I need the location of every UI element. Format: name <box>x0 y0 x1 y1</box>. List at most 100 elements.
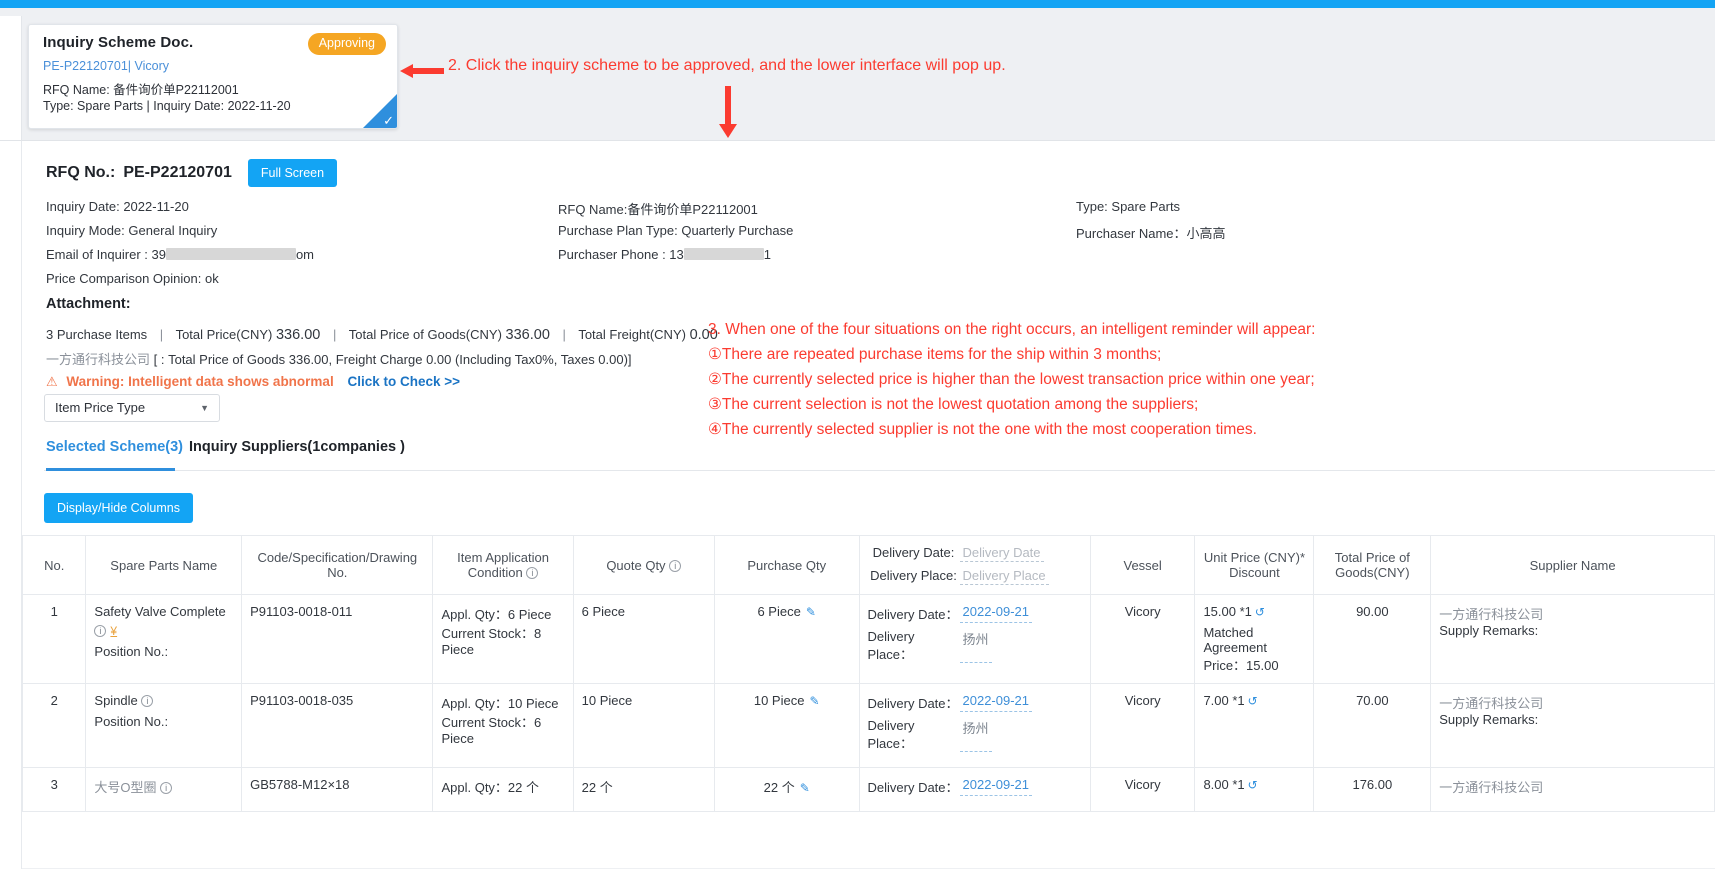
info-icon[interactable]: i <box>160 782 173 794</box>
detail-tabs: Selected Scheme(3) Inquiry Suppliers(1co… <box>44 439 1715 471</box>
cell-supplier: 一方通行科技公司 Supply Remarks: <box>1430 683 1715 768</box>
item-price-type-value: Item Price Type <box>55 400 146 415</box>
cell-total-price: 176.00 <box>1313 767 1432 812</box>
th-spare-parts-name: Spare Parts Name <box>85 535 243 595</box>
inquiry-date: Inquiry Date: 2022-11-20 <box>46 199 189 214</box>
rfq-header: RFQ No.: PE-P22120701 Full Screen <box>46 159 338 187</box>
table-row[interactable]: 1 Safety Valve Complete i ¥ Position No.:… <box>21 594 1715 684</box>
attachment-label: Attachment: <box>46 296 131 312</box>
totals-divider-1: | <box>159 327 164 342</box>
delivery-date-value[interactable]: 2022-09-21 <box>959 777 1032 796</box>
inquiry-scheme-card[interactable]: Inquiry Scheme Doc. Approving PE-P221207… <box>28 24 398 129</box>
edit-icon[interactable]: ✎ <box>800 781 810 795</box>
th-unit-price: Unit Price (CNY)* Discount <box>1194 535 1315 595</box>
delivery-date-value[interactable]: 2022-09-21 <box>959 693 1032 712</box>
cell-vessel: Vicory <box>1089 683 1196 768</box>
click-to-check-link[interactable]: Click to Check >> <box>347 374 460 389</box>
supplier-breakdown-name: 一方通行科技公司 <box>46 352 151 367</box>
th-delivery-place-row: Delivery Place: Delivery Place <box>868 568 1082 585</box>
price-history-icon[interactable]: ↺ <box>1248 694 1258 708</box>
supplier-name-value[interactable]: 一方通行科技公司 <box>1439 693 1706 712</box>
full-screen-button[interactable]: Full Screen <box>247 159 338 187</box>
delivery-place-row: Delivery Place： 扬州 <box>868 718 1082 752</box>
th-delivery-date-row: Delivery Date: Delivery Date <box>868 545 1082 562</box>
table-row[interactable]: 3 大号O型圈 i GB5788-M12×18 Appl. Qty：22 个 2… <box>21 767 1715 812</box>
annotation-step-3-item-3: ③The current selection is not the lowest… <box>708 396 1199 413</box>
supplier-name-value[interactable]: 一方通行科技公司 <box>1439 777 1706 796</box>
email-redaction <box>165 248 296 260</box>
position-no-label: Position No.: <box>94 644 169 659</box>
th-delivery-date-placeholder[interactable]: Delivery Date <box>959 545 1044 562</box>
delivery-date-row: Delivery Date： 2022-09-21 <box>868 777 1082 796</box>
cell-quote-qty: 10 Piece <box>572 683 715 768</box>
totals-summary: 3 Purchase Items | Total Price(CNY) 336.… <box>46 327 718 343</box>
display-hide-columns-button[interactable]: Display/Hide Columns <box>44 493 193 523</box>
scheme-code[interactable]: PE-P22120701 <box>43 59 128 73</box>
total-goods-label: Total Price of Goods(CNY) <box>348 327 502 342</box>
tab-selected-scheme[interactable]: Selected Scheme(3) <box>46 439 183 455</box>
purchaser-phone: Purchaser Phone : 13 1 <box>558 247 771 262</box>
th-quote-qty: Quote Qty i <box>572 535 715 595</box>
th-delivery-place-label: Delivery Place: <box>870 568 957 583</box>
intelligent-warning: ⚠ Warning: Intelligent data shows abnorm… <box>46 374 460 390</box>
supplier-name-value[interactable]: 一方通行科技公司 <box>1439 604 1706 623</box>
info-icon[interactable]: i <box>141 695 154 707</box>
scheme-vessel[interactable]: Vicory <box>135 59 170 73</box>
cell-delivery: Delivery Date： 2022-09-21 Delivery Place… <box>858 594 1091 684</box>
scheme-items-table: No. Spare Parts Name Code/Specification/… <box>21 535 1715 812</box>
matched-agreement-price: Matched Agreement Price：15.00 <box>1203 625 1279 673</box>
price-comparison-opinion: Price Comparison Opinion: ok <box>46 271 219 286</box>
cell-vessel: Vicory <box>1089 767 1196 812</box>
cell-no: 3 <box>21 767 87 812</box>
tab-inquiry-suppliers[interactable]: Inquiry Suppliers(1companies ) <box>189 439 405 455</box>
left-rail <box>0 16 22 146</box>
unit-price-value: 7.00 *1 <box>1203 693 1245 708</box>
cell-unit-price: 15.00 *1 ↺ Matched Agreement Price：15.00 <box>1194 594 1315 684</box>
position-no-label: Position No.: <box>94 714 169 729</box>
unit-price-row: 15.00 *1 ↺ <box>1203 604 1305 619</box>
top-accent-bar <box>0 0 1715 8</box>
total-price-label: Total Price(CNY) <box>175 327 273 342</box>
purchase-qty-value: 6 Piece <box>757 604 801 619</box>
edit-icon[interactable]: ✎ <box>809 694 819 708</box>
delivery-date-row: Delivery Date： 2022-09-21 <box>868 604 1082 623</box>
inquiry-mode: Inquiry Mode: General Inquiry <box>46 223 218 238</box>
annotation-step-3-title: 3. When one of the four situations on th… <box>708 321 1316 338</box>
email-prefix: Email of Inquirer : 39 <box>46 247 166 262</box>
delivery-place-value[interactable]: 扬州 <box>959 718 992 752</box>
cell-quote-qty: 6 Piece <box>572 594 715 684</box>
scheme-card-code-line: PE-P22120701| Vicory <box>43 59 169 73</box>
total-goods-value: 336.00 <box>505 327 550 343</box>
purchaser-name: Purchaser Name：小高高 <box>1076 226 1226 241</box>
th-delivery-date-label: Delivery Date: <box>872 545 955 560</box>
cell-delivery: Delivery Date： 2022-09-21 <box>858 767 1091 812</box>
th-delivery: Delivery Date: Delivery Date Delivery Pl… <box>858 535 1091 595</box>
info-icon[interactable]: i <box>94 625 107 637</box>
edit-icon[interactable]: ✎ <box>806 605 816 619</box>
price-history-icon[interactable]: ↺ <box>1255 605 1265 619</box>
rfq-no-value: PE-P22120701 <box>123 164 232 181</box>
phone-prefix: Purchaser Phone : 13 <box>558 247 684 262</box>
delivery-date-value[interactable]: 2022-09-21 <box>959 604 1032 623</box>
price-history-yen-icon[interactable]: ¥ <box>110 624 117 638</box>
item-price-type-select[interactable]: Item Price Type ▼ <box>44 394 220 422</box>
cell-total-price: 70.00 <box>1313 683 1432 768</box>
active-tab-underline <box>46 468 175 471</box>
delivery-place-label: Delivery Place： <box>867 718 915 751</box>
th-code-spec: Code/Specification/Drawing No. <box>241 535 434 595</box>
price-history-icon[interactable]: ↺ <box>1248 778 1258 792</box>
cell-unit-price: 8.00 *1 ↺ <box>1194 767 1315 812</box>
cell-spare-parts-name: Safety Valve Complete i ¥ Position No.: <box>85 594 243 684</box>
delivery-place-value[interactable]: 扬州 <box>959 629 992 663</box>
th-delivery-place-placeholder[interactable]: Delivery Place <box>959 568 1049 585</box>
annotation-arrow-left-icon <box>400 64 444 78</box>
total-price-value: 336.00 <box>275 327 321 343</box>
annotation-step-3-block: 3. When one of the four situations on th… <box>708 317 1315 442</box>
current-stock: Current Stock：6 Piece <box>441 715 542 746</box>
phone-redaction <box>683 248 764 260</box>
appl-qty: Appl. Qty：22 个 <box>441 780 540 795</box>
info-icon[interactable]: i <box>526 567 539 579</box>
table-row[interactable]: 2 Spindle i Position No.: P91103-0018-03… <box>21 683 1715 768</box>
info-icon[interactable]: i <box>669 559 682 572</box>
delivery-place-label: Delivery Place： <box>867 629 915 662</box>
